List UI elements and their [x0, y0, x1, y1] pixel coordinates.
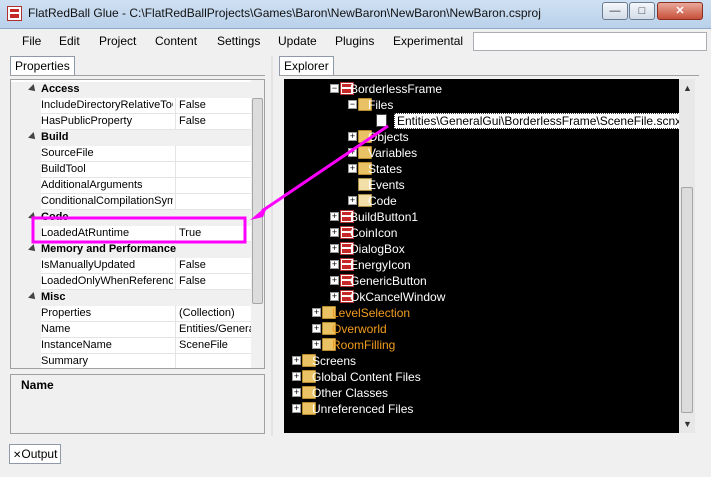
annotation-overlay	[31, 124, 389, 244]
highlight-box	[31, 216, 247, 244]
status-bar	[0, 466, 711, 477]
annotation-arrow	[261, 124, 389, 213]
tab-output[interactable]: ✕Output	[9, 444, 62, 464]
